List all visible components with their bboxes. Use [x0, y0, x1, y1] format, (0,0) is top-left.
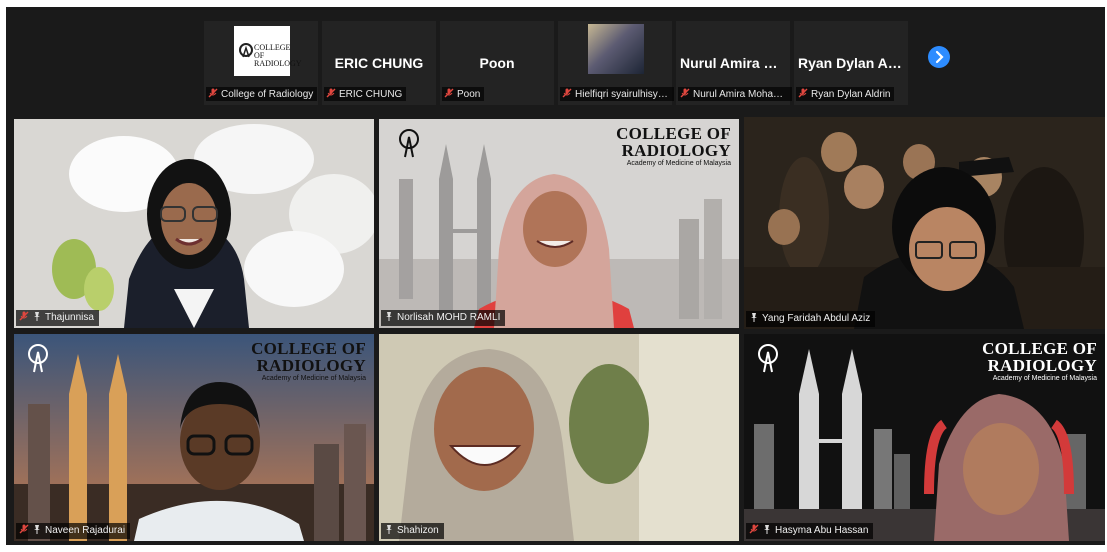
strip-thumb-hielfiqri[interactable]: Hielfiqri syairulhisyam ...	[558, 21, 674, 105]
strip-thumb-label: Ryan Dylan Aldrin	[796, 87, 895, 101]
muted-mic-icon	[680, 88, 690, 98]
video-tile-yang-faridah[interactable]: Yang Faridah Abdul Aziz	[744, 117, 1105, 329]
college-watermark: COLLEGE OF RADIOLOGY Academy of Medicine…	[982, 339, 1097, 382]
muted-mic-icon	[444, 88, 454, 98]
college-emblem-icon	[28, 344, 48, 373]
chevron-right-icon	[935, 50, 944, 64]
strip-thumb-nurul-amira[interactable]: Nurul Amira M... Nurul Amira Mohamed	[676, 21, 792, 105]
pin-icon	[34, 525, 40, 534]
strip-thumb-name: Poon	[479, 55, 515, 71]
participant-name-label: Norlisah MOHD RAMLI	[381, 310, 506, 326]
video-tile-shahizon[interactable]: Shahizon	[379, 334, 739, 541]
strip-thumb-label: Poon	[442, 87, 485, 101]
pin-icon	[386, 312, 392, 321]
participant-name-label: Hasyma Abu Hassan	[746, 523, 874, 539]
strip-thumb-label: College of Radiology	[206, 87, 318, 101]
college-emblem-icon	[758, 344, 778, 373]
strip-thumb-poon[interactable]: Poon Poon	[440, 21, 554, 105]
strip-thumb-ryan-dylan-aldrin[interactable]: Ryan Dylan Aldrin Ryan Dylan Aldrin	[794, 21, 908, 105]
college-logo-text: COLLEGE OF RADIOLOGY	[254, 43, 302, 68]
muted-mic-icon	[749, 524, 759, 534]
muted-mic-icon	[798, 88, 808, 98]
college-logo: COLLEGE OF RADIOLOGY	[234, 26, 302, 76]
strip-thumb-college-of-radiology[interactable]: COLLEGE OF RADIOLOGY College of Radiolog…	[204, 21, 318, 105]
muted-mic-icon	[19, 311, 29, 321]
video-tile-naveen[interactable]: COLLEGE OF RADIOLOGY Academy of Medicine…	[14, 334, 374, 541]
video-tile-thajunnisa[interactable]: Thajunnisa	[14, 119, 374, 328]
strip-thumb-label: ERIC CHUNG	[324, 87, 407, 101]
strip-thumb-name: ERIC CHUNG	[334, 55, 424, 71]
strip-thumb-label: Hielfiqri syairulhisyam ...	[560, 87, 674, 101]
college-watermark: COLLEGE OF RADIOLOGY Academy of Medicine…	[251, 339, 366, 382]
pin-icon	[764, 525, 770, 534]
video-tile-norlisah[interactable]: COLLEGE OF RADIOLOGY Academy of Medicine…	[379, 119, 739, 328]
strip-thumb-label: Nurul Amira Mohamed	[678, 87, 792, 101]
strip-thumb-name: Nurul Amira M...	[680, 55, 787, 71]
video-tile-hasyma[interactable]: COLLEGE OF RADIOLOGY Academy of Medicine…	[744, 334, 1105, 541]
pin-icon	[34, 312, 40, 321]
strip-thumb-name: Ryan Dylan Aldrin	[798, 55, 908, 71]
muted-mic-icon	[326, 88, 336, 98]
college-watermark: COLLEGE OF RADIOLOGY Academy of Medicine…	[616, 124, 731, 167]
muted-mic-icon	[19, 524, 29, 534]
strip-next-button[interactable]	[928, 46, 950, 68]
college-emblem-icon	[399, 129, 419, 158]
profile-picture	[588, 24, 644, 74]
muted-mic-icon	[208, 88, 218, 98]
participant-name-label: Yang Faridah Abdul Aziz	[746, 311, 876, 327]
muted-mic-icon	[562, 88, 572, 98]
pin-icon	[751, 313, 757, 322]
video-feed	[379, 334, 739, 541]
pin-icon	[386, 525, 392, 534]
strip-thumb-eric-chung[interactable]: ERIC CHUNG ERIC CHUNG	[322, 21, 436, 105]
participant-name-label: Thajunnisa	[16, 310, 99, 326]
video-feed	[744, 117, 1105, 329]
video-feed	[14, 119, 374, 328]
meeting-window: COLLEGE OF RADIOLOGY College of Radiolog…	[6, 7, 1105, 545]
participant-name-label: Shahizon	[381, 523, 444, 539]
participant-name-label: Naveen Rajadurai	[16, 523, 131, 539]
